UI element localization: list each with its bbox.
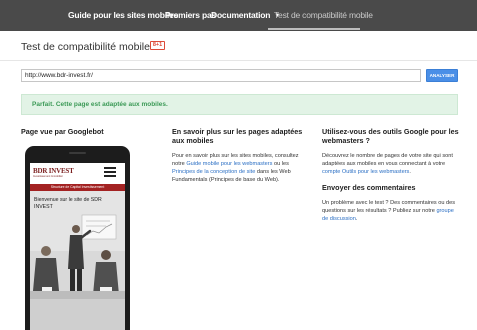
webmaster-tools-heading: Utilisez-vous des outils Google pour les… [322,127,459,145]
result-message: Parfait. Cette page est adaptée aux mobi… [32,101,168,108]
site-welcome-text: Bienvenue sur le site de SDR INVEST [34,197,102,210]
site-hero-photo: Bienvenue sur le site de SDR INVEST [30,191,125,330]
webmaster-tools-text-2: . [409,169,411,175]
business-meeting-illustration [30,191,125,330]
url-input[interactable] [21,69,421,82]
site-header: BDR INVEST Investissement Immobilier [30,163,125,182]
page-title: Test de compatibilité mobile [21,41,150,53]
feedback-text-2: . [355,216,358,222]
design-principles-link[interactable]: Principes de la conception de site [172,169,255,175]
site-banner: Structure de Capital Investissement [30,184,125,191]
phone-screen: BDR INVEST Investissement Immobilier Str… [30,163,125,330]
phone-preview: BDR INVEST Investissement Immobilier Str… [25,146,130,330]
analyze-button[interactable]: ANALYSER [426,69,458,82]
feedback-heading: Envoyer des commentaires [322,183,416,192]
mobile-guide-link[interactable]: Guide mobile pour les webmasters [186,161,272,167]
googlebot-view-heading: Page vue par Googlebot [21,127,104,136]
hamburger-menu-icon [104,167,116,178]
learn-more-heading: En savoir plus sur les pages adaptées au… [172,127,303,145]
active-tab-indicator [268,28,360,30]
nav-item-mobile-guide[interactable]: Guide pour les sites mobiles [68,10,178,20]
site-logo-tagline: Investissement Immobilier [33,175,63,178]
nav-item-documentation[interactable]: Documentation ▼ [211,10,280,20]
learn-more-text-2: ou les [274,161,289,167]
site-logo: BDR INVEST [33,167,74,175]
feedback-paragraph: Un problème avec le test ? Des commentai… [322,199,460,223]
top-navigation-bar: Guide pour les sites mobiles Premiers pa… [0,0,477,31]
learn-more-paragraph: Pour en savoir plus sur les sites mobile… [172,152,302,184]
google-plus-one-button[interactable]: 8+1 [150,41,165,50]
phone-speaker [69,152,86,154]
title-divider [0,60,477,61]
webmaster-tools-text-1: Découvrez le nombre de pages de votre si… [322,153,453,167]
nav-item-documentation-label: Documentation [211,10,271,20]
nav-item-getting-started[interactable]: Premiers pas [165,10,216,20]
result-banner: Parfait. Cette page est adaptée aux mobi… [21,94,458,115]
webmaster-tools-paragraph: Découvrez le nombre de pages de votre si… [322,152,460,176]
webmaster-account-link[interactable]: compte Outils pour les webmasters [322,169,409,175]
nav-item-mobile-friendly-test[interactable]: Test de compatibilité mobile [274,10,373,20]
